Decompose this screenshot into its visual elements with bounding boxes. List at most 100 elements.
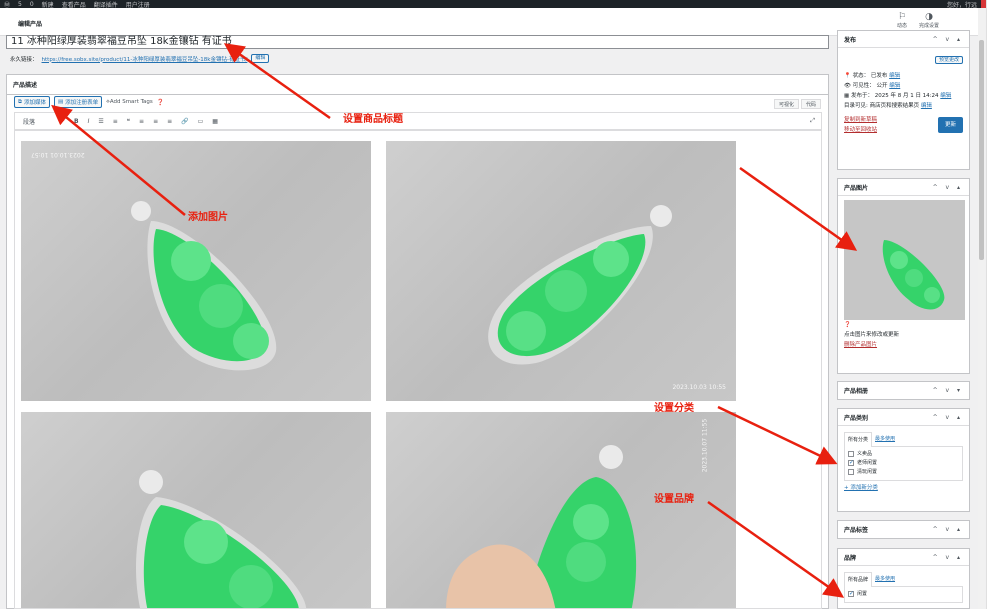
jade-pendant-image — [131, 201, 277, 371]
category-item[interactable]: 清玩闲置 — [848, 468, 959, 477]
tab-code[interactable]: 代码 — [801, 99, 822, 109]
visibility-edit-link[interactable]: 编辑 — [889, 83, 900, 89]
eye-icon: 👁 — [844, 83, 851, 89]
product-gallery-panel-header[interactable]: 产品相册 ^ v ▾ — [838, 382, 969, 399]
jade-photo-4[interactable]: 2023.10.07 11:55 — [386, 412, 736, 608]
form-icon: ▤ — [57, 99, 64, 105]
bullet-list-icon[interactable]: ☰ — [98, 118, 103, 125]
status-edit-link[interactable]: 编辑 — [889, 73, 900, 79]
product-gallery-panel: 产品相册 ^ v ▾ — [837, 381, 970, 400]
category-checkbox[interactable] — [848, 468, 854, 475]
adminbar-item-register[interactable]: 用户注册 — [126, 0, 150, 9]
product-tags-panel-header[interactable]: 产品标签 ^ v ▴ — [838, 521, 969, 538]
product-image-panel-header[interactable]: 产品图片 ^ v ▴ — [838, 179, 969, 196]
editor-toolbar: 段落 B I ☰ ≡ ❝ ≡ ≡ ≡ 🔗 ▭ ▦ ⤢ — [14, 112, 822, 130]
tab-most-used-categories[interactable]: 最多使用 — [872, 432, 898, 447]
brand-item[interactable]: 闲置 — [848, 589, 959, 599]
product-title-input[interactable]: 11 冰种阳绿厚装翡翠福豆吊坠 18k金镶钻 有证书 — [6, 35, 829, 49]
tab-all-brands[interactable]: 所有品牌 — [844, 572, 873, 587]
product-image-thumbnail[interactable] — [844, 200, 965, 320]
panel-arrows-icon[interactable]: ^ v ▴ — [933, 526, 963, 533]
finish-setup-label: 完成设置 — [919, 23, 940, 29]
page-header — [0, 8, 978, 36]
align-right-icon[interactable]: ≡ — [167, 118, 172, 125]
activity-button[interactable]: ⚐ 动态 — [897, 12, 907, 29]
scrollbar-thumb[interactable] — [979, 40, 984, 260]
fullscreen-icon[interactable]: ⤢ — [810, 117, 815, 125]
align-center-icon[interactable]: ≡ — [153, 118, 158, 125]
status-text: 状态： 已发布 — [852, 73, 888, 79]
annotation-set-title: 设置商品标题 — [343, 114, 403, 125]
help-icon[interactable]: ❓ — [844, 320, 963, 330]
visibility-text: 可见性： 公开 — [852, 83, 888, 89]
bold-icon[interactable]: B — [74, 118, 79, 125]
brand-panel-title: 品牌 — [844, 554, 857, 562]
panel-arrows-icon[interactable]: ^ v ▴ — [933, 36, 963, 43]
published-on-text: 发布于： 2025 年 8 月 1 日 14:24 — [850, 93, 939, 99]
catalog-visibility-text: 目录可见: 商店页和搜索结果页 — [844, 103, 920, 109]
update-button[interactable]: 更新 — [937, 117, 963, 133]
annotation-set-brand: 设置品牌 — [654, 494, 694, 505]
panel-arrows-icon[interactable]: ^ v ▾ — [933, 387, 963, 394]
category-checkbox[interactable] — [848, 458, 854, 467]
product-categories-panel-header[interactable]: 产品类别 ^ v ▴ — [838, 409, 969, 426]
copy-to-draft-link[interactable]: 复制到新草稿 — [844, 117, 877, 123]
editor-content[interactable]: 2023.10.01 10:57 2023.10.03 10:55 2023.1… — [14, 130, 822, 609]
category-item[interactable]: 义卖品 — [848, 450, 959, 459]
adminbar-item-new[interactable]: 新建 — [42, 0, 54, 9]
jade-pendant-image — [882, 240, 945, 310]
remove-product-image-link[interactable]: 删除产品图片 — [844, 342, 877, 348]
panel-arrows-icon[interactable]: ^ v ▴ — [933, 554, 963, 561]
help-icon[interactable]: ❓ — [157, 99, 164, 106]
permalink: 永久链接： https://free.sobx.site/product/11-… — [10, 54, 270, 63]
panel-arrows-icon[interactable]: ^ v ▴ — [933, 414, 963, 421]
smart-tags-button[interactable]: ⟡Add Smart Tags — [106, 99, 153, 106]
adminbar-item-updates[interactable]: 5 — [18, 1, 22, 8]
preview-changes-button[interactable]: 预览更改 — [934, 56, 963, 64]
activity-label: 动态 — [897, 23, 908, 29]
move-to-trash-link[interactable]: 移动至回收站 — [844, 127, 877, 133]
category-checkbox[interactable] — [848, 450, 854, 457]
adminbar-item-translate[interactable]: 翻译插件 — [94, 0, 118, 9]
product-categories-panel-title: 产品类别 — [844, 414, 869, 422]
adminbar-item-view-product[interactable]: 查看产品 — [62, 0, 86, 9]
brand-label: 闲置 — [857, 591, 868, 597]
admin-bar: Ⓦ 5 0 新建 查看产品 翻译插件 用户注册 您好，行远 — [0, 0, 999, 8]
panel-arrows-icon[interactable]: ^ v ▴ — [933, 184, 963, 191]
jade-photo-3[interactable] — [21, 412, 371, 608]
brand-checkbox[interactable] — [848, 589, 854, 598]
half-circle-icon: ◑ — [925, 12, 933, 22]
format-select[interactable]: 段落 — [23, 117, 35, 126]
permalink-link[interactable]: https://free.sobx.site/product/11-冰种阳绿厚装… — [42, 55, 248, 63]
numbered-list-icon[interactable]: ≡ — [113, 118, 118, 125]
tab-most-used-brands[interactable]: 最多使用 — [872, 572, 898, 587]
jade-photo-1[interactable]: 2023.10.01 10:57 — [21, 141, 371, 401]
italic-icon[interactable]: I — [88, 118, 90, 125]
catalog-edit-link[interactable]: 编辑 — [921, 103, 932, 109]
tab-all-categories[interactable]: 所有分类 — [844, 432, 873, 447]
align-left-icon[interactable]: ≡ — [139, 118, 144, 125]
add-media-button[interactable]: ⧉ 添加媒体 — [14, 96, 50, 108]
category-label: 清玩闲置 — [857, 469, 878, 475]
toolbar-toggle-icon[interactable]: ▦ — [212, 118, 218, 125]
photo-timestamp: 2023.10.07 11:55 — [701, 418, 709, 473]
publish-panel: 发布 ^ v ▴ 预览更改 📍 状态： 已发布 编辑 👁 可见性： 公开 编辑 … — [837, 30, 970, 170]
annotation-set-category: 设置分类 — [654, 403, 694, 414]
publish-panel-header[interactable]: 发布 ^ v ▴ — [838, 31, 969, 48]
finish-setup-button[interactable]: ◑ 完成设置 — [919, 12, 939, 29]
jade-photo-2[interactable]: 2023.10.03 10:55 — [386, 141, 736, 401]
add-category-link[interactable]: + 添加新分类 — [844, 483, 963, 493]
wp-logo-icon[interactable]: Ⓦ — [4, 0, 10, 9]
permalink-edit-button[interactable]: 编辑 — [251, 54, 270, 63]
jade-pendant-image — [136, 470, 306, 608]
more-tag-icon[interactable]: ▭ — [198, 118, 204, 125]
user-greeting[interactable]: 您好，行远 — [947, 0, 977, 8]
adminbar-item-comments[interactable]: 0 — [30, 1, 34, 8]
published-edit-link[interactable]: 编辑 — [940, 93, 951, 99]
brand-panel-header[interactable]: 品牌 ^ v ▴ — [838, 549, 969, 566]
add-form-button[interactable]: ▤ 添加注册表单 — [53, 96, 103, 108]
quote-icon[interactable]: ❝ — [127, 118, 130, 125]
tab-visual[interactable]: 可视化 — [774, 99, 800, 109]
link-icon[interactable]: 🔗 — [181, 118, 188, 125]
category-item[interactable]: 老师闲置 — [848, 458, 959, 468]
